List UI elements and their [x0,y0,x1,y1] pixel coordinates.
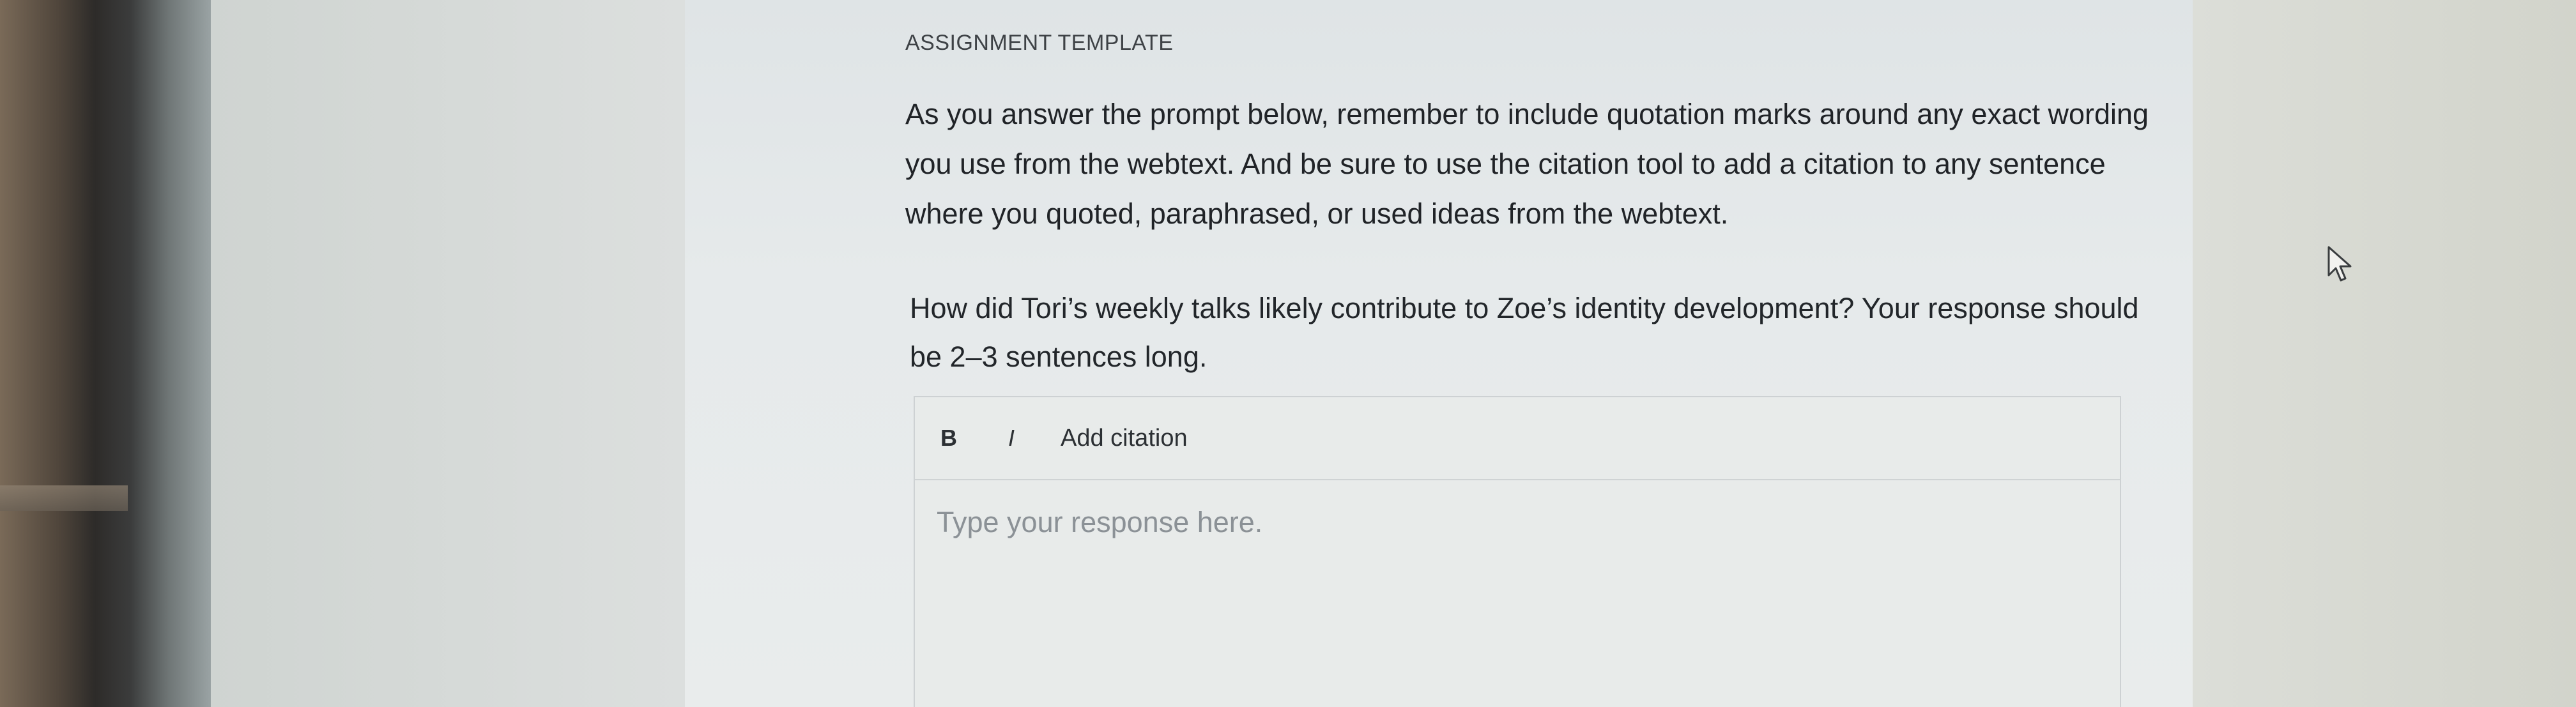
response-editor: B I Add citation [914,396,2121,707]
assignment-instructions: As you answer the prompt below, remember… [905,98,2149,230]
monitor-bezel [0,0,211,707]
bezel-reflection [0,485,128,511]
bold-button[interactable]: B [940,425,957,452]
add-citation-button[interactable]: Add citation [1061,425,1188,452]
assignment-panel: ASSIGNMENT TEMPLATE As you answer the pr… [685,0,2193,707]
screen-background: ASSIGNMENT TEMPLATE As you answer the pr… [211,0,2576,707]
assignment-template-label: ASSIGNMENT TEMPLATE [905,31,1174,55]
editor-toolbar: B I Add citation [915,397,2120,480]
mouse-pointer-icon [2327,246,2352,282]
assignment-prompt: How did Tori’s weekly talks likely contr… [910,292,2139,373]
italic-button[interactable]: I [1008,425,1015,452]
response-input[interactable] [915,480,2120,707]
